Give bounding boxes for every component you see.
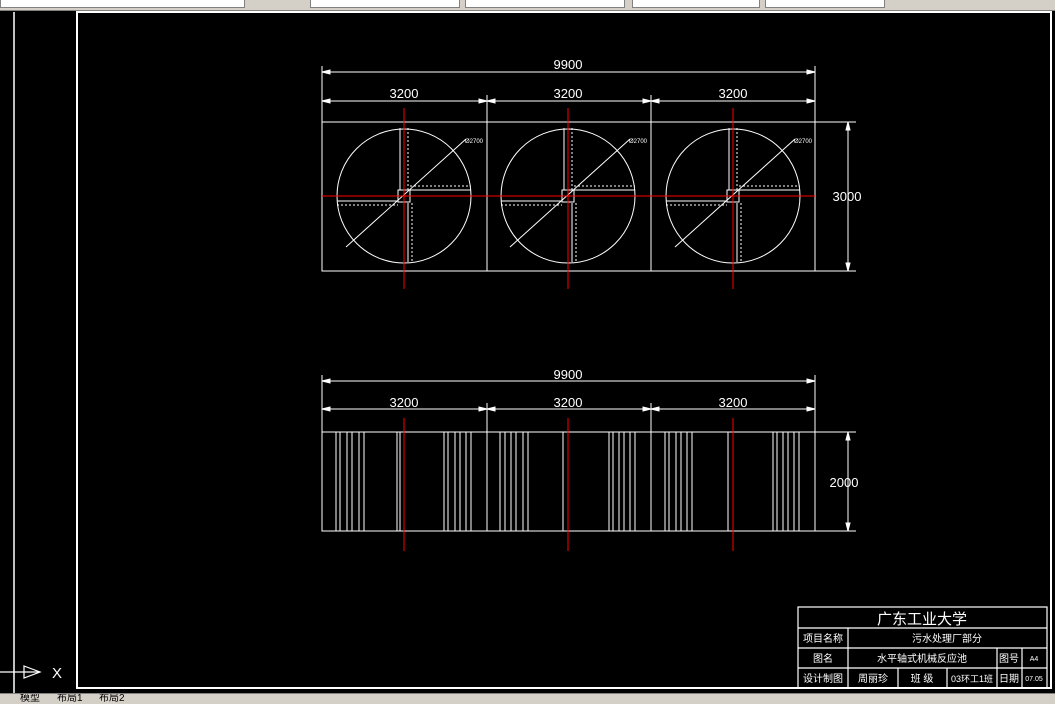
tab-model[interactable]: 模型 <box>20 694 40 704</box>
plan-seg-dim-text-1: 3200 <box>390 86 419 101</box>
plan-overall-dim-text: 9900 <box>554 57 583 72</box>
date-label: 日期 <box>999 673 1019 685</box>
drawing-border <box>76 11 1052 689</box>
plan-seg-dim-text-3: 3200 <box>719 86 748 101</box>
university-name: 广东工业大学 <box>877 611 967 628</box>
drawing-no-value: A4 <box>1030 656 1039 663</box>
drawing-value: 水平轴式机械反应池 <box>877 652 967 665</box>
plan-height-dim-text: 3000 <box>833 189 862 204</box>
drawing-label: 图名 <box>813 652 833 665</box>
elev-seg-dim-text-2: 3200 <box>554 395 583 410</box>
tab-layout1[interactable]: 布局1 <box>57 694 83 704</box>
drawing-canvas[interactable]: 9900 3200 3200 3200 3000 Ø2700 Ø2700 Ø27… <box>0 0 1055 703</box>
ucs-x-label: X <box>52 665 62 682</box>
layout-tabs-bar: 模型 布局1 布局2 <box>0 693 1055 704</box>
ucs-icon <box>0 665 42 679</box>
class-label: 班 级 <box>911 673 934 685</box>
tab-layout2[interactable]: 布局2 <box>99 694 125 704</box>
diameter-label-2: Ø2700 <box>629 139 648 145</box>
designer-value: 周丽珍 <box>858 673 888 685</box>
project-label: 项目名称 <box>803 632 843 645</box>
drawing-no-label: 图号 <box>999 653 1019 665</box>
elev-height-dim-text: 2000 <box>830 475 859 490</box>
designer-label: 设计制图 <box>803 672 843 685</box>
elev-overall-dim-text: 9900 <box>554 367 583 382</box>
project-value: 污水处理厂部分 <box>912 632 982 645</box>
elev-seg-dim-text-1: 3200 <box>390 395 419 410</box>
diameter-label-3: Ø2700 <box>794 139 813 145</box>
plan-centerlines <box>322 108 815 289</box>
plan-seg-dim-text-2: 3200 <box>554 86 583 101</box>
class-value: 03环工1班 <box>951 673 993 684</box>
date-value: 07.05 <box>1025 676 1043 683</box>
diameter-label-1: Ø2700 <box>465 139 484 145</box>
elev-seg-dim-text-3: 3200 <box>719 395 748 410</box>
